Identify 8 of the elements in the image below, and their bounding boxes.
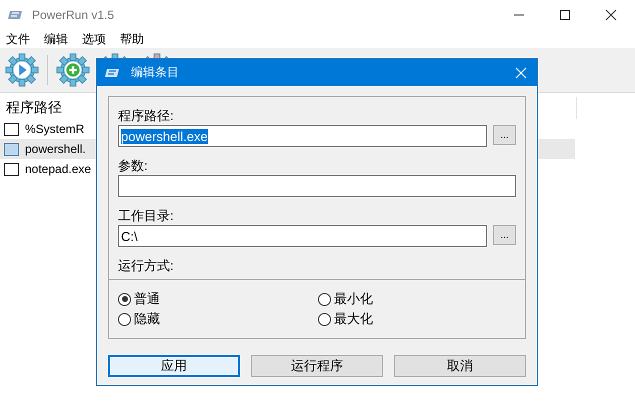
field-label: 参数: [118,157,149,175]
field-value: powershell.exe [121,128,208,144]
field-label: 工作目录: [118,207,175,225]
field-label: 程序路径: [118,107,175,125]
window-title: PowerRun v1.5 [32,8,114,22]
dialog-title: 编辑条目 [131,64,179,81]
field-label: 运行方式: [118,257,175,275]
field-value: C:\ [121,228,138,244]
